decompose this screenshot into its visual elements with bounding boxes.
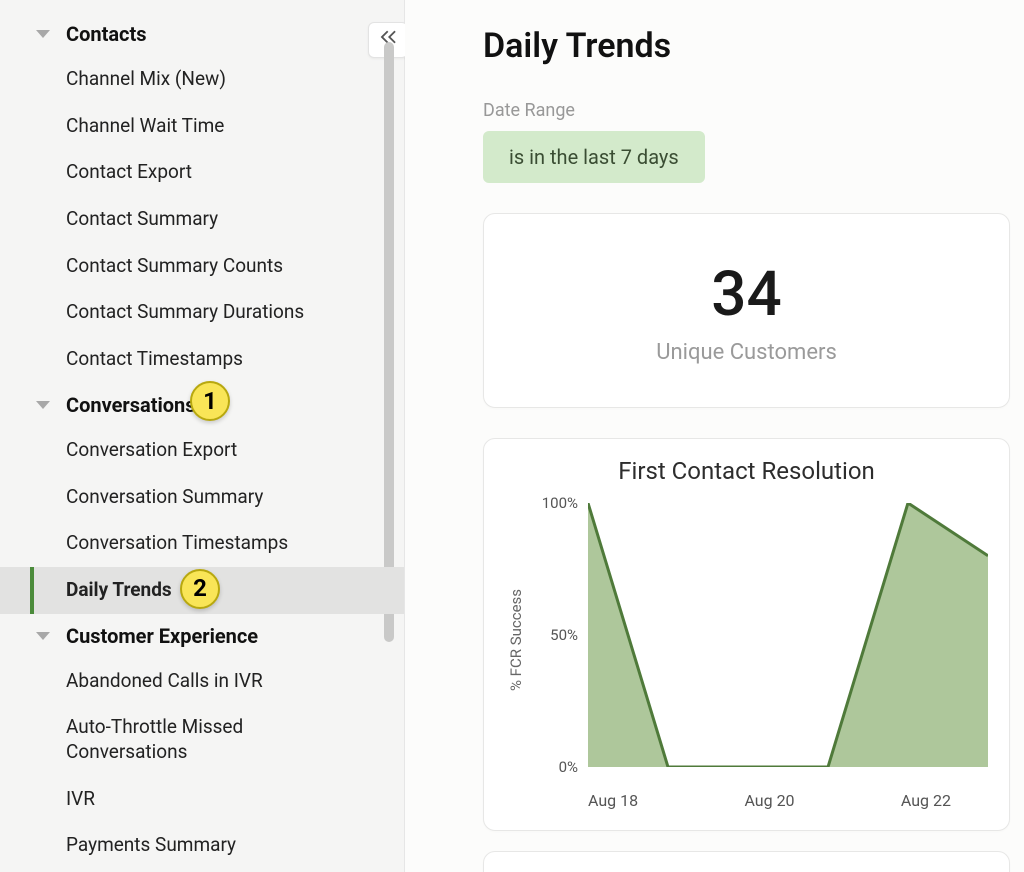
filter-label: Date Range (483, 100, 1014, 121)
tree-item-contact-summary-durations[interactable]: Contact Summary Durations (0, 289, 404, 336)
tree-item-conversation-export[interactable]: Conversation Export (0, 427, 404, 474)
tree-item-conversation-timestamps[interactable]: Conversation Timestamps (0, 520, 404, 567)
group-label: Conversations (66, 393, 196, 417)
unique-customers-card: 34 Unique Customers (483, 213, 1010, 408)
caret-down-icon (36, 30, 50, 38)
chart-svg (588, 503, 988, 767)
ytick-100: 100% (530, 494, 578, 512)
tree-item-contact-timestamps[interactable]: Contact Timestamps (0, 336, 404, 383)
date-range-filter-chip[interactable]: is in the last 7 days (483, 131, 705, 183)
tree-item-contact-summary[interactable]: Contact Summary (0, 196, 404, 243)
tree-item-conversation-summary[interactable]: Conversation Summary (0, 474, 404, 521)
group-label: Customer Experience (66, 624, 258, 648)
tree-group-conversations[interactable]: Conversations 1 (0, 383, 404, 427)
tree-item-contact-export[interactable]: Contact Export (0, 149, 404, 196)
tree-item-daily-trends[interactable]: Daily Trends 2 (0, 567, 404, 614)
main-content: Daily Trends Date Range is in the last 7… (405, 0, 1024, 872)
ytick-50: 50% (530, 626, 578, 644)
chart-plot-area: 100% 50% 0% (530, 495, 991, 785)
fcr-chart-card: First Contact Resolution % FCR Success 1… (483, 438, 1010, 831)
tree-item-ivr[interactable]: IVR (0, 776, 404, 823)
page-title: Daily Trends (483, 26, 1014, 66)
xtick: Aug 22 (901, 791, 951, 810)
xtick: Aug 20 (744, 791, 794, 810)
sidebar-tree: Contacts Channel Mix (New) Channel Wait … (0, 6, 404, 872)
group-label: Contacts (66, 22, 147, 46)
annotation-badge-2: 2 (180, 569, 220, 609)
chart-title: First Contact Resolution (502, 457, 991, 485)
chart-ylabel: % FCR Success (507, 589, 525, 691)
tree-item-channel-wait-time[interactable]: Channel Wait Time (0, 103, 404, 150)
top-topics-card: Top 10 Topics Applied (483, 851, 1010, 872)
chart-xaxis: Aug 18 Aug 20 Aug 22 (502, 785, 991, 816)
tree-item-channel-mix-new[interactable]: Channel Mix (New) (0, 56, 404, 103)
caret-down-icon (36, 632, 50, 640)
tree-item-auto-throttle-missed[interactable]: Auto-Throttle Missed Conversations (0, 704, 404, 775)
tree-item-contact-summary-counts[interactable]: Contact Summary Counts (0, 243, 404, 290)
sidebar: Contacts Channel Mix (New) Channel Wait … (0, 0, 405, 872)
tree-item-abandoned-calls-ivr[interactable]: Abandoned Calls in IVR (0, 658, 404, 705)
ytick-0: 0% (530, 758, 578, 776)
annotation-badge-1: 1 (190, 381, 230, 421)
caret-down-icon (36, 401, 50, 409)
chart-area (588, 503, 988, 767)
stat-value: 34 (504, 264, 989, 326)
xtick: Aug 18 (588, 791, 638, 810)
tree-item-payments-summary[interactable]: Payments Summary (0, 822, 404, 869)
stat-label: Unique Customers (504, 340, 989, 365)
tree-group-customer-experience[interactable]: Customer Experience (0, 614, 404, 658)
tree-group-contacts[interactable]: Contacts (0, 12, 404, 56)
